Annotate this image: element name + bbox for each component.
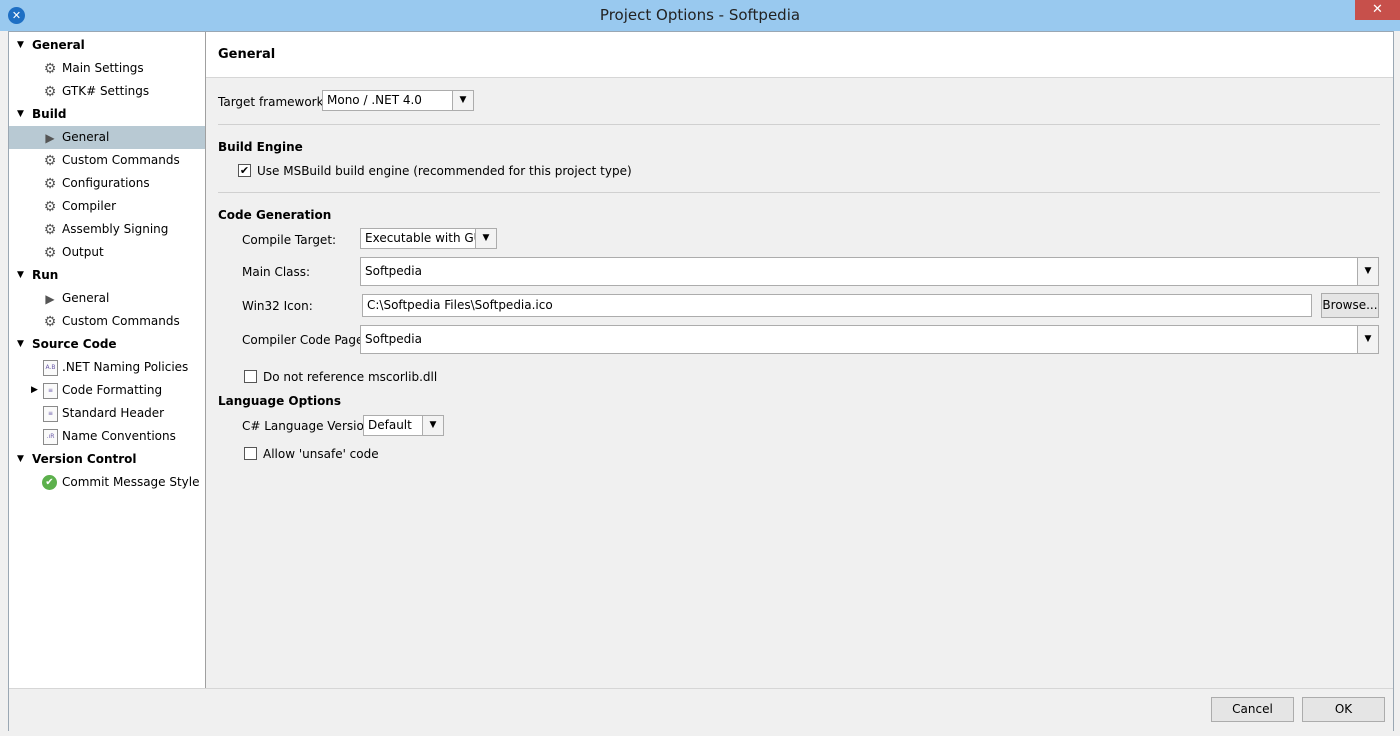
- tree-group-version-control[interactable]: ▼ Version Control: [9, 448, 205, 471]
- win32-icon-label: Win32 Icon:: [242, 299, 313, 313]
- tree-item-name-conventions[interactable]: .ıR Name Conventions: [9, 425, 205, 448]
- language-options-title: Language Options: [218, 394, 341, 408]
- dialog-frame: ▼ General ⚙ Main Settings ⚙ GTK# Setting…: [8, 31, 1394, 731]
- gear-icon: ⚙: [43, 199, 57, 215]
- build-engine-title: Build Engine: [218, 140, 303, 154]
- tree-item-naming-policies[interactable]: A.B .NET Naming Policies: [9, 356, 205, 379]
- tree-item-run-general[interactable]: ▶ General: [9, 287, 205, 310]
- ok-button[interactable]: OK: [1302, 697, 1385, 722]
- expand-arrow-icon[interactable]: ▼: [17, 448, 24, 471]
- expand-arrow-icon[interactable]: ▼: [17, 264, 24, 287]
- check-icon: ✔: [239, 164, 250, 177]
- tree-group-source-code[interactable]: ▼ Source Code: [9, 333, 205, 356]
- lang-version-label: C# Language Version:: [242, 419, 376, 433]
- tree-item-build-custom-commands[interactable]: ⚙ Custom Commands: [9, 149, 205, 172]
- play-icon: ▶: [45, 131, 55, 145]
- document-icon: ≡: [43, 406, 58, 422]
- gear-icon: ⚙: [43, 176, 57, 192]
- main-class-combo[interactable]: Softpedia ▼: [360, 257, 1379, 286]
- allow-unsafe-checkbox[interactable]: [244, 447, 257, 460]
- code-generation-title: Code Generation: [218, 208, 332, 222]
- lang-version-combo[interactable]: Default ▼: [363, 415, 444, 436]
- tree-item-build-general[interactable]: ▶ General: [9, 126, 205, 149]
- chevron-down-icon[interactable]: ▼: [475, 229, 496, 248]
- page-title: General: [218, 47, 276, 62]
- name-convention-icon: .ıR: [43, 429, 58, 445]
- tree-group-build[interactable]: ▼ Build: [9, 103, 205, 126]
- tree-item-configurations[interactable]: ⚙ Configurations: [9, 172, 205, 195]
- tree-item-compiler[interactable]: ⚙ Compiler: [9, 195, 205, 218]
- tree-item-standard-header[interactable]: ≡ Standard Header: [9, 402, 205, 425]
- window-title: Project Options - Softpedia: [599, 6, 801, 24]
- options-tree[interactable]: ▼ General ⚙ Main Settings ⚙ GTK# Setting…: [9, 32, 206, 688]
- compile-target-label: Compile Target:: [242, 233, 337, 247]
- play-icon: ▶: [45, 292, 55, 306]
- no-mscorlib-checkbox[interactable]: [244, 370, 257, 383]
- gear-icon: ⚙: [43, 153, 57, 169]
- expand-arrow-icon[interactable]: ▼: [17, 333, 24, 356]
- tree-group-run[interactable]: ▼ Run: [9, 264, 205, 287]
- tree-group-general[interactable]: ▼ General: [9, 34, 205, 57]
- options-panel: General Target framework: Mono / .NET 4.…: [206, 32, 1393, 688]
- tree-item-assembly-signing[interactable]: ⚙ Assembly Signing: [9, 218, 205, 241]
- gear-icon: ⚙: [43, 61, 57, 77]
- chevron-down-icon[interactable]: ▼: [452, 91, 473, 110]
- close-button[interactable]: ✕: [1355, 0, 1400, 20]
- gear-icon: ⚙: [43, 222, 57, 238]
- compile-target-combo[interactable]: Executable with GUI ▼: [360, 228, 497, 249]
- tree-item-output[interactable]: ⚙ Output: [9, 241, 205, 264]
- panel-header: General: [206, 32, 1393, 78]
- expand-arrow-icon[interactable]: ▼: [17, 103, 24, 126]
- tree-item-commit-message-style[interactable]: ✔ Commit Message Style: [9, 471, 205, 494]
- tree-item-run-custom-commands[interactable]: ⚙ Custom Commands: [9, 310, 205, 333]
- msbuild-label: Use MSBuild build engine (recommended fo…: [257, 164, 632, 178]
- close-icon: ✕: [1372, 2, 1383, 17]
- collapse-arrow-icon[interactable]: ▶: [31, 379, 38, 402]
- separator: [218, 124, 1380, 125]
- chevron-down-icon[interactable]: ▼: [422, 416, 443, 435]
- tree-item-code-formatting[interactable]: ▶ ≡ Code Formatting: [9, 379, 205, 402]
- gear-icon: ⚙: [43, 245, 57, 261]
- title-bar: ✕ Project Options - Softpedia ✕: [0, 0, 1400, 31]
- tree-item-gtk-settings[interactable]: ⚙ GTK# Settings: [9, 80, 205, 103]
- tree-item-main-settings[interactable]: ⚙ Main Settings: [9, 57, 205, 80]
- code-page-label: Compiler Code Page:: [242, 333, 368, 347]
- target-framework-combo[interactable]: Mono / .NET 4.0 ▼: [322, 90, 474, 111]
- msbuild-checkbox[interactable]: ✔: [238, 164, 251, 177]
- expand-arrow-icon[interactable]: ▼: [17, 34, 24, 57]
- code-page-combo[interactable]: Softpedia ▼: [360, 325, 1379, 354]
- code-format-icon: ≡: [43, 383, 58, 399]
- chevron-down-icon[interactable]: ▼: [1357, 326, 1378, 353]
- cancel-button[interactable]: Cancel: [1211, 697, 1294, 722]
- chevron-down-icon[interactable]: ▼: [1357, 258, 1378, 285]
- main-class-label: Main Class:: [242, 265, 311, 279]
- browse-button[interactable]: Browse...: [1321, 293, 1379, 318]
- gear-icon: ⚙: [43, 84, 57, 100]
- dialog-footer: Cancel OK: [9, 688, 1393, 731]
- check-circle-icon: ✔: [42, 475, 57, 490]
- win32-icon-input[interactable]: C:\Softpedia Files\Softpedia.ico: [362, 294, 1312, 317]
- target-framework-label: Target framework:: [218, 95, 328, 109]
- naming-policy-icon: A.B: [43, 360, 58, 376]
- gear-icon: ⚙: [43, 314, 57, 330]
- allow-unsafe-label: Allow 'unsafe' code: [263, 447, 379, 461]
- no-mscorlib-label: Do not reference mscorlib.dll: [263, 370, 438, 384]
- separator: [218, 192, 1380, 193]
